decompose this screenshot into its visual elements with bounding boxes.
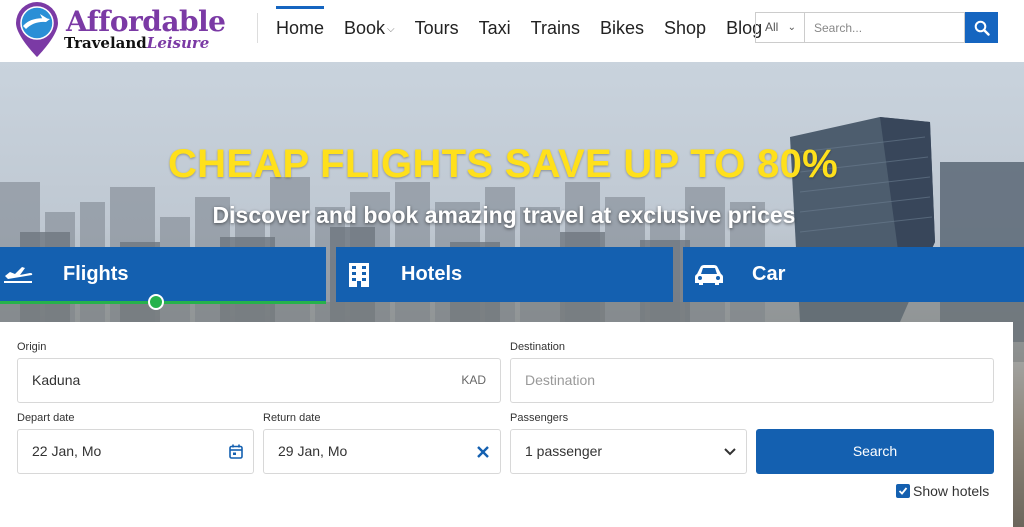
- brand-name-line2-accent: Leisure: [146, 34, 210, 52]
- show-hotels-label[interactable]: Show hotels: [913, 483, 989, 499]
- destination-field[interactable]: Destination: [510, 358, 994, 403]
- tab-flights[interactable]: Flights: [0, 247, 326, 302]
- nav-item-label: Tours: [414, 18, 459, 38]
- hero-title: CHEAP FLIGHTS SAVE UP TO 80%: [167, 142, 839, 186]
- return-date-value: 29 Jan, Mo: [278, 443, 348, 459]
- nav-item-home[interactable]: Home: [266, 0, 334, 62]
- tab-label: Flights: [63, 263, 129, 285]
- nav-item-label: Home: [276, 18, 325, 38]
- depart-date-value: 22 Jan, Mo: [32, 443, 102, 459]
- main-nav: Home Book ⌵ Tours Taxi Trains Bikes Shop …: [266, 0, 772, 62]
- nav-item-label: Shop: [664, 18, 707, 38]
- search-icon: [974, 20, 990, 36]
- nav-item-taxi[interactable]: Taxi: [469, 0, 521, 62]
- nav-item-label: Trains: [530, 18, 581, 38]
- brand-logo[interactable]: Affordable TravelandLeisure: [10, 2, 240, 58]
- active-tab-dot: [148, 294, 164, 310]
- nav-item-tours[interactable]: Tours: [405, 0, 469, 62]
- nav-item-bikes[interactable]: Bikes: [590, 0, 654, 62]
- show-hotels-checkbox[interactable]: [896, 484, 910, 498]
- nav-item-trains[interactable]: Trains: [521, 0, 590, 62]
- search-flights-button[interactable]: Search: [756, 429, 994, 474]
- origin-value: Kaduna: [32, 372, 81, 388]
- origin-field[interactable]: Kaduna KAD: [17, 358, 501, 403]
- search-button[interactable]: [965, 12, 998, 43]
- tab-car[interactable]: Car: [683, 247, 1024, 302]
- logo-pin-icon: [16, 2, 58, 57]
- plane-icon: [2, 247, 34, 302]
- origin-code: KAD: [461, 373, 486, 387]
- clear-icon[interactable]: [476, 430, 490, 473]
- brand-name-line2-main: Traveland: [64, 34, 147, 52]
- search-category-value: All: [765, 20, 779, 34]
- chevron-down-icon: ⌄: [787, 22, 796, 33]
- nav-item-book[interactable]: Book ⌵: [334, 0, 405, 62]
- checkmark-icon: [898, 487, 908, 495]
- nav-item-label: Bikes: [600, 18, 645, 38]
- header-divider: [257, 13, 258, 43]
- tab-label: Car: [752, 263, 786, 285]
- depart-date-label: Depart date: [17, 412, 75, 424]
- brand-name-line2: TravelandLeisure: [64, 34, 209, 52]
- passengers-label: Passengers: [510, 412, 569, 424]
- building-icon: [349, 247, 369, 302]
- car-icon: [695, 247, 723, 302]
- return-date-field[interactable]: 29 Jan, Mo: [263, 429, 501, 474]
- site-header: Affordable TravelandLeisure Home Book ⌵ T…: [0, 0, 1024, 63]
- tab-label: Hotels: [401, 263, 463, 285]
- search-category-select[interactable]: All ⌄: [755, 12, 805, 43]
- calendar-icon[interactable]: [229, 430, 243, 473]
- hero-subtitle: Discover and book amazing travel at excl…: [212, 202, 796, 228]
- tab-hotels[interactable]: Hotels: [336, 247, 673, 302]
- destination-label: Destination: [510, 341, 566, 353]
- depart-date-field[interactable]: 22 Jan, Mo: [17, 429, 254, 474]
- search-input[interactable]: [805, 12, 965, 43]
- origin-label: Origin: [17, 341, 47, 353]
- nav-item-shop[interactable]: Shop: [654, 0, 716, 62]
- nav-item-label: Taxi: [478, 18, 511, 38]
- return-date-label: Return date: [263, 412, 321, 424]
- passengers-value: 1 passenger: [525, 443, 603, 459]
- nav-item-label: Book: [344, 18, 386, 38]
- chevron-down-icon: [724, 430, 736, 473]
- chevron-down-icon: ⌵: [387, 24, 395, 35]
- destination-placeholder: Destination: [525, 372, 596, 388]
- passengers-select[interactable]: 1 passenger: [510, 429, 747, 474]
- flight-search-form: [0, 322, 1013, 527]
